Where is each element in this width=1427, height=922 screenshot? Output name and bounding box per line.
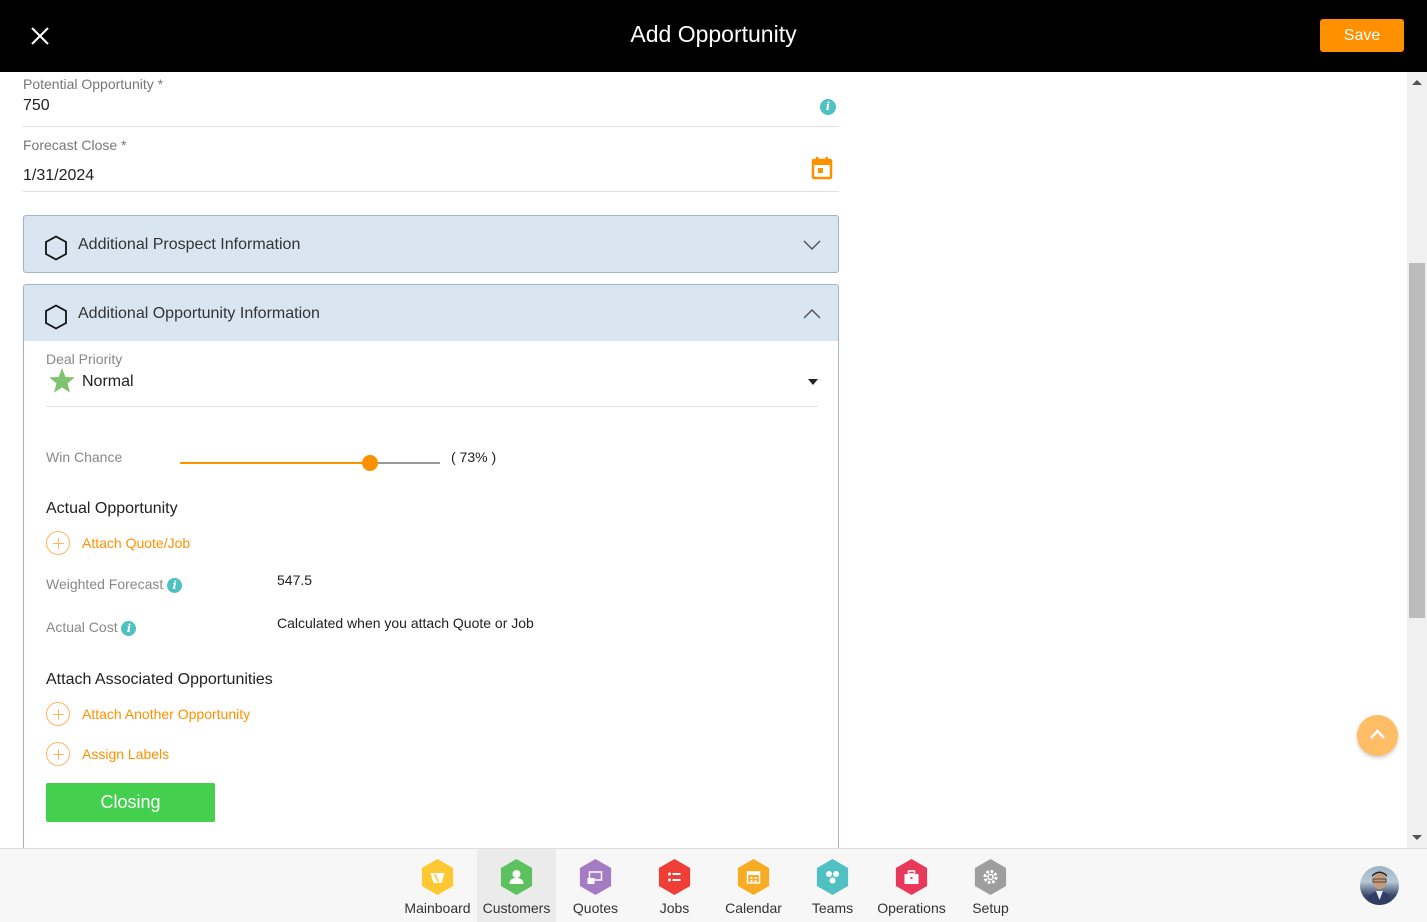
nav-item-teams[interactable]: Teams [793, 849, 872, 922]
weighted-forecast-text: Weighted Forecast [46, 576, 164, 592]
chevron-up-icon [1370, 729, 1385, 739]
avatar-photo [1366, 871, 1393, 905]
customer-icon [500, 859, 533, 895]
slider-fill [180, 462, 370, 464]
star-icon [49, 368, 75, 393]
plus-circle-icon [46, 531, 70, 555]
closing-stage-button[interactable]: Closing [46, 783, 215, 822]
nav-item-setup[interactable]: Setup [951, 849, 1030, 922]
scrollbar-thumb[interactable] [1409, 263, 1425, 618]
attach-another-opportunity-label: Attach Another Opportunity [82, 706, 251, 722]
accordion-opportunity-info[interactable]: Additional Opportunity Information [23, 284, 839, 342]
form-content: Potential Opportunity * 750 i Forecast C… [0, 72, 1407, 848]
quotes-icon [579, 859, 612, 895]
actual-cost-label: Actual Cost i [46, 619, 137, 636]
calendar-icon [737, 859, 770, 895]
nav-item-mainboard[interactable]: Mainboard [398, 849, 477, 922]
forecast-close-label: Forecast Close * [23, 137, 127, 153]
actual-cost-text: Actual Cost [46, 619, 118, 635]
chevron-up-icon[interactable] [802, 307, 822, 321]
teams-icon [816, 859, 849, 895]
attach-quote-job-label: Attach Quote/Job [82, 535, 191, 551]
win-chance-slider[interactable] [180, 453, 440, 473]
nav-item-calendar[interactable]: Calendar [714, 849, 793, 922]
forecast-close-field[interactable]: Forecast Close * 1/31/2024 [23, 133, 839, 192]
bottom-navigation: Mainboard Customers Quotes Jobs Calendar Team… [0, 848, 1427, 922]
scroll-down-arrow-icon[interactable] [1412, 835, 1422, 840]
potential-opportunity-label: Potential Opportunity * [23, 76, 164, 92]
page-title: Add Opportunity [630, 21, 797, 47]
deal-priority-label: Deal Priority [46, 351, 123, 367]
attach-quote-job-link[interactable]: Attach Quote/Job [46, 531, 190, 555]
potential-opportunity-field[interactable]: Potential Opportunity * 750 i [23, 72, 839, 127]
hexagon-icon [45, 304, 67, 330]
forecast-close-input[interactable]: 1/31/2024 [23, 167, 94, 185]
accordion-prospect-info[interactable]: Additional Prospect Information [23, 215, 839, 273]
attach-another-opportunity-link[interactable]: Attach Another Opportunity [46, 702, 250, 726]
associated-opportunities-heading: Attach Associated Opportunities [46, 671, 273, 688]
potential-opportunity-input[interactable]: 750 [23, 97, 50, 115]
jobs-icon [658, 859, 691, 895]
user-avatar[interactable] [1360, 866, 1399, 905]
accordion-title: Additional Opportunity Information [78, 305, 320, 322]
mainboard-icon [421, 859, 454, 895]
opportunity-info-panel: Deal Priority Normal Win Chance ( 73% ) … [23, 341, 839, 848]
setup-icon [974, 859, 1007, 895]
deal-priority-select[interactable]: Normal [46, 367, 818, 407]
dropdown-arrow-icon [808, 379, 818, 385]
nav-item-quotes[interactable]: Quotes [556, 849, 635, 922]
weighted-forecast-value: 547.5 [277, 572, 313, 588]
plus-circle-icon [46, 742, 70, 766]
chevron-down-icon[interactable] [802, 238, 822, 252]
calendar-icon[interactable] [811, 156, 833, 180]
nav-item-customers[interactable]: Customers [477, 849, 556, 922]
nav-item-operations[interactable]: Operations [872, 849, 951, 922]
deal-priority-value: Normal [82, 373, 134, 390]
actual-cost-value: Calculated when you attach Quote or Job [277, 615, 534, 631]
plus-circle-icon [46, 702, 70, 726]
info-icon[interactable]: i [121, 620, 137, 636]
accordion-title: Additional Prospect Information [78, 236, 301, 253]
top-bar: Add Opportunity Save [0, 0, 1427, 72]
assign-labels-link[interactable]: Assign Labels [46, 742, 169, 766]
scroll-to-top-button[interactable] [1357, 715, 1398, 756]
win-chance-label: Win Chance [46, 449, 123, 465]
info-icon[interactable]: i [820, 99, 836, 115]
info-icon[interactable]: i [167, 577, 183, 593]
slider-thumb[interactable] [361, 455, 378, 471]
vertical-scrollbar[interactable] [1407, 72, 1427, 848]
save-button[interactable]: Save [1320, 19, 1404, 52]
actual-opportunity-heading: Actual Opportunity [46, 500, 178, 517]
nav-label: Setup [972, 900, 1009, 916]
assign-labels-label: Assign Labels [82, 746, 170, 762]
hexagon-icon [45, 235, 67, 261]
scroll-up-arrow-icon[interactable] [1412, 80, 1422, 85]
operations-icon [895, 859, 928, 895]
win-chance-value: ( 73% ) [451, 449, 497, 465]
weighted-forecast-label: Weighted Forecast i [46, 576, 183, 593]
nav-item-jobs[interactable]: Jobs [635, 849, 714, 922]
